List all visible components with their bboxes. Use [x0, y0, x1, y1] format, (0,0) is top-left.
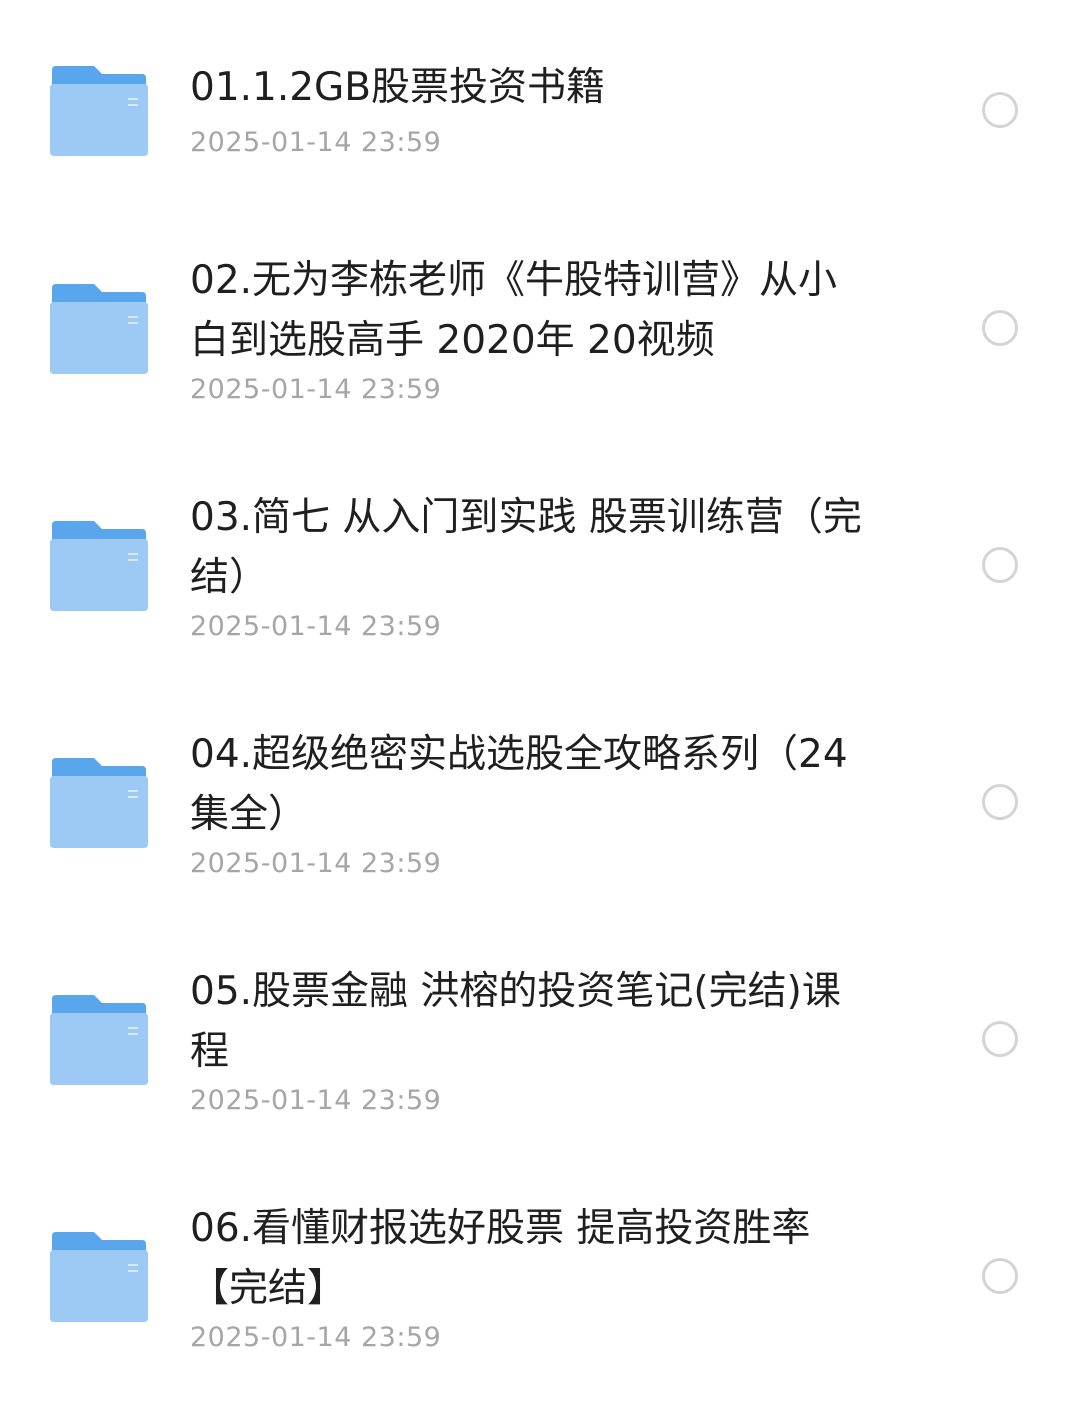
select-radio[interactable]: [982, 784, 1018, 820]
modified-date: 2025-01-14 23:59: [190, 611, 442, 642]
folder-name: 04.超级绝密实战选股全攻略系列（24集全）: [190, 732, 848, 837]
folder-icon: [50, 284, 148, 374]
modified-date: 2025-01-14 23:59: [190, 1085, 442, 1116]
folder-icon: [50, 1232, 148, 1322]
select-radio[interactable]: [982, 547, 1018, 583]
modified-date: 2025-01-14 23:59: [190, 374, 442, 405]
folder-name: 05.股票金融 洪榕的投资笔记(完结)课程: [190, 969, 841, 1074]
select-radio[interactable]: [982, 1021, 1018, 1057]
modified-date: 2025-01-14 23:59: [190, 127, 442, 158]
list-item[interactable]: 06.看懂财报选好股票 提高投资胜率【完结】 2025-01-14 23:59: [0, 1178, 1080, 1408]
modified-date: 2025-01-14 23:59: [190, 848, 442, 879]
folder-icon: [50, 66, 148, 156]
list-item[interactable]: 02.无为李栋老师《牛股特训营》从小白到选股高手 2020年 20视频 2025…: [0, 230, 1080, 460]
folder-name: 03.简七 从入门到实践 股票训练营（完结）: [190, 495, 862, 600]
list-item[interactable]: 01.1.2GB股票投资书籍 2025-01-14 23:59: [0, 0, 1080, 230]
folder-icon: [50, 995, 148, 1085]
folder-name: 06.看懂财报选好股票 提高投资胜率【完结】: [190, 1206, 811, 1311]
folder-icon: [50, 758, 148, 848]
list-item[interactable]: 04.超级绝密实战选股全攻略系列（24集全） 2025-01-14 23:59: [0, 704, 1080, 934]
select-radio[interactable]: [982, 310, 1018, 346]
select-radio[interactable]: [982, 92, 1018, 128]
folder-name: 01.1.2GB股票投资书籍: [190, 65, 606, 110]
select-radio[interactable]: [982, 1258, 1018, 1294]
file-list: 01.1.2GB股票投资书籍 2025-01-14 23:59 02.无为李栋老…: [0, 0, 1080, 1379]
list-item[interactable]: 03.简七 从入门到实践 股票训练营（完结） 2025-01-14 23:59: [0, 467, 1080, 697]
list-item[interactable]: 05.股票金融 洪榕的投资笔记(完结)课程 2025-01-14 23:59: [0, 941, 1080, 1171]
modified-date: 2025-01-14 23:59: [190, 1322, 442, 1353]
folder-icon: [50, 521, 148, 611]
folder-name: 02.无为李栋老师《牛股特训营》从小白到选股高手 2020年 20视频: [190, 258, 838, 363]
